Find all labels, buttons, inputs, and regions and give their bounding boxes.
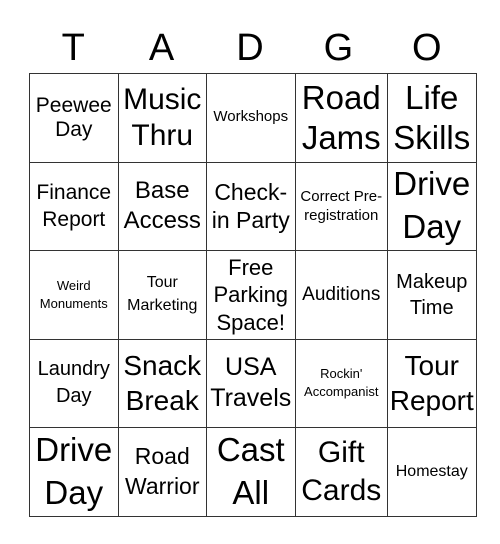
bingo-cell[interactable]: Laundry Day — [29, 338, 119, 428]
bingo-cell[interactable]: Tour Report — [387, 338, 477, 428]
bingo-cell[interactable]: Homestay — [387, 427, 477, 517]
bingo-cell[interactable]: Correct Pre-registration — [294, 161, 388, 251]
bingo-cell[interactable]: Check-in Party — [206, 161, 296, 251]
grid-row: Peewee Day Music Thru Workshops Road Jam… — [29, 73, 477, 163]
header-letter: G — [323, 27, 354, 69]
grid-row: Drive Day Road Warrior Cast All Gift Car… — [29, 427, 477, 517]
bingo-cell[interactable]: Drive Day — [29, 427, 119, 517]
bingo-cell[interactable]: Life Skills — [387, 73, 477, 163]
bingo-cell[interactable]: USA Travels — [206, 338, 296, 428]
header-letter: A — [148, 27, 175, 69]
grid-row: Weird Monuments Tour Marketing Free Park… — [29, 250, 477, 340]
bingo-cell[interactable]: Music Thru — [117, 73, 207, 163]
bingo-header: T A D G O — [29, 24, 471, 72]
header-letter: O — [412, 27, 442, 69]
bingo-cell[interactable]: Weird Monuments — [29, 250, 119, 340]
bingo-cell[interactable]: Road Warrior — [117, 427, 207, 517]
bingo-cell[interactable]: Cast All — [206, 427, 296, 517]
header-letter: T — [61, 27, 85, 69]
bingo-cell[interactable]: Peewee Day — [29, 73, 119, 163]
bingo-cell[interactable]: Road Jams — [294, 73, 388, 163]
bingo-cell[interactable]: Free Parking Space! — [206, 250, 296, 340]
bingo-cell[interactable]: Tour Marketing — [117, 250, 207, 340]
bingo-cell[interactable]: Makeup Time — [387, 250, 477, 340]
bingo-cell[interactable]: Gift Cards — [294, 427, 388, 517]
header-letter: D — [236, 27, 264, 69]
bingo-cell[interactable]: Auditions — [294, 250, 388, 340]
bingo-grid: Peewee Day Music Thru Workshops Road Jam… — [29, 73, 477, 517]
bingo-cell[interactable]: Workshops — [206, 73, 296, 163]
bingo-cell[interactable]: Rockin' Accompanist — [294, 338, 388, 428]
bingo-cell[interactable]: Snack Break — [117, 338, 207, 428]
bingo-cell[interactable]: Drive Day — [387, 161, 477, 251]
bingo-cell[interactable]: Base Access — [117, 161, 207, 251]
grid-row: Finance Report Base Access Check-in Part… — [29, 161, 477, 251]
grid-row: Laundry Day Snack Break USA Travels Rock… — [29, 338, 477, 428]
bingo-cell[interactable]: Finance Report — [29, 161, 119, 251]
